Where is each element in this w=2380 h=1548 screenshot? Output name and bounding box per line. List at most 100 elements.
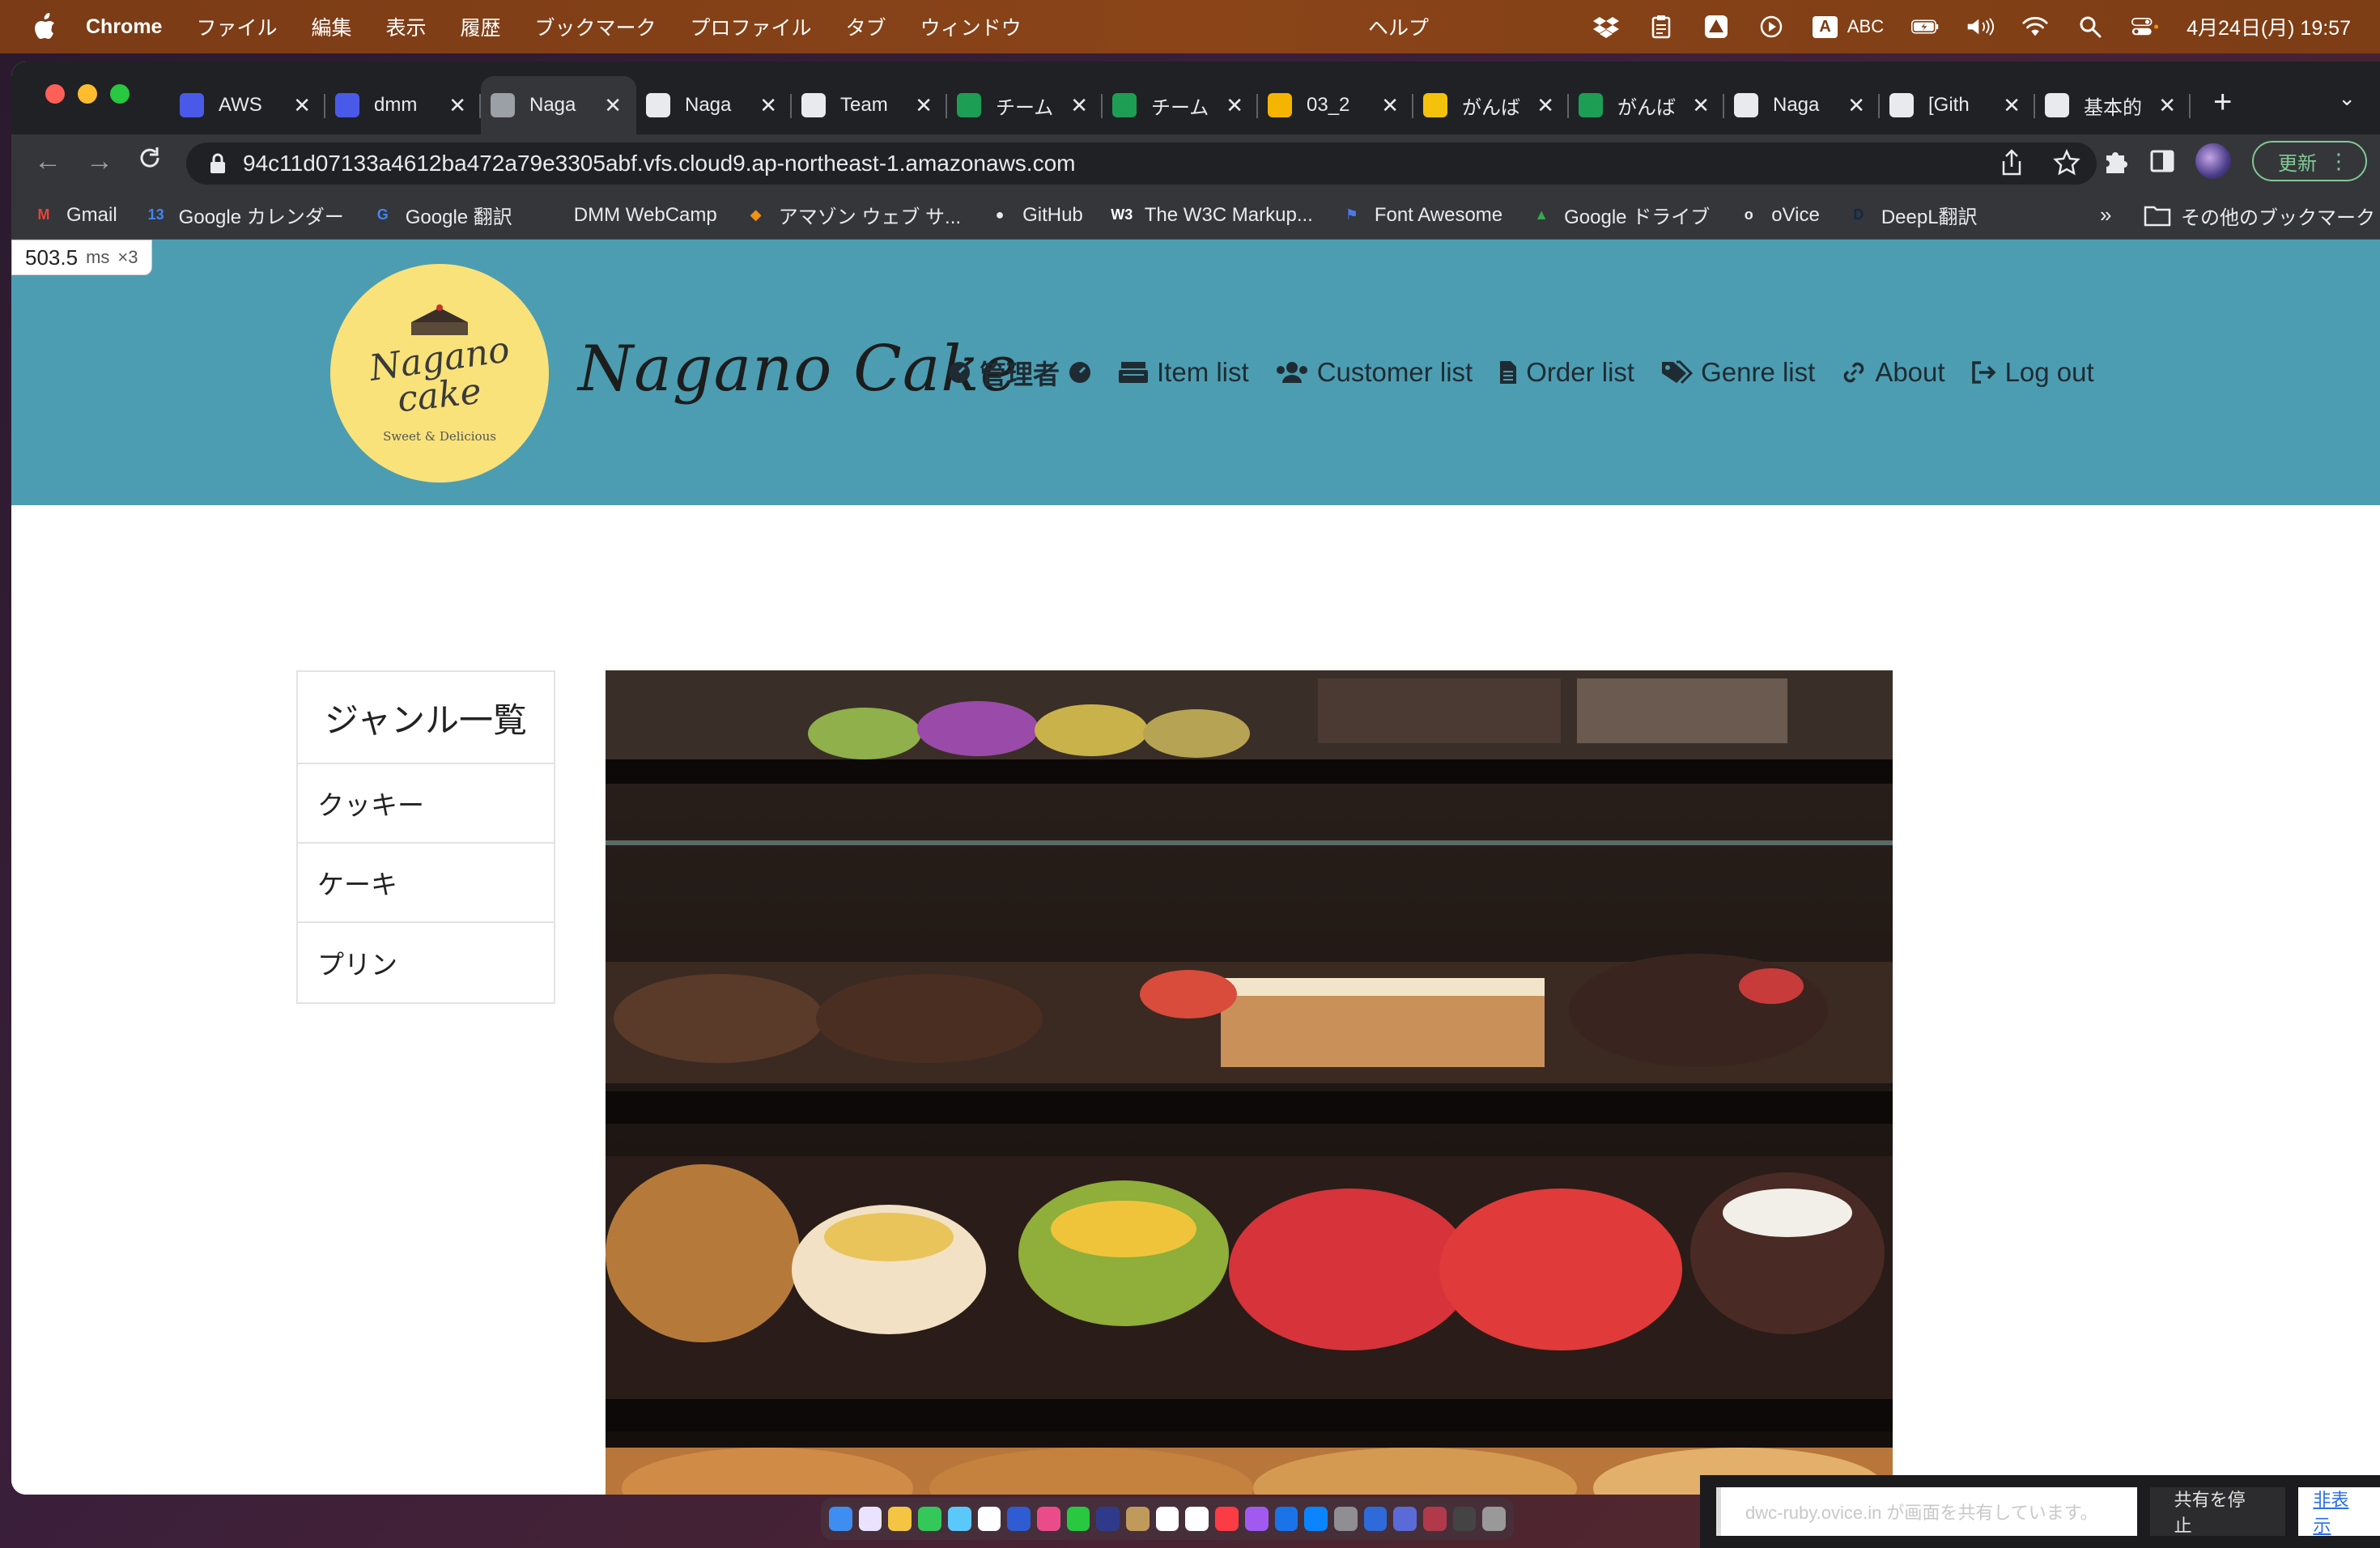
bookmark-item[interactable]: o oVice <box>1737 204 1820 227</box>
clipboard-icon[interactable] <box>1647 15 1675 39</box>
dock-app-icon[interactable] <box>1452 1507 1477 1531</box>
reload-button[interactable] <box>138 146 162 177</box>
dock-app-icon[interactable] <box>1304 1507 1328 1531</box>
play-circle-icon[interactable] <box>1757 15 1785 39</box>
site-logo[interactable]: Nagano cake Sweet & Delicious <box>330 264 549 483</box>
tab-close-icon[interactable]: ✕ <box>293 93 311 118</box>
dock-app-icon[interactable] <box>1393 1507 1417 1531</box>
browser-tab[interactable]: チーム ✕ <box>947 76 1103 134</box>
bookmark-item[interactable]: G Google 翻訳 <box>372 201 512 229</box>
drive-sync-icon[interactable] <box>1702 15 1730 39</box>
dock-app-icon[interactable] <box>1185 1507 1209 1531</box>
dock-app-icon[interactable] <box>977 1507 1001 1531</box>
bookmark-item[interactable]: 13 Google カレンダー <box>145 201 344 229</box>
nav-customer-list[interactable]: Customer list <box>1275 357 1473 388</box>
menu-edit[interactable]: 編集 <box>311 12 351 41</box>
input-method-icon[interactable]: A <box>1813 15 1838 38</box>
dock-app-icon[interactable] <box>1482 1507 1507 1531</box>
menu-profiles[interactable]: プロファイル <box>691 12 812 41</box>
dock-app-icon[interactable] <box>1363 1507 1388 1531</box>
spotlight-search-icon[interactable] <box>2076 15 2104 39</box>
profile-avatar[interactable] <box>2195 143 2231 179</box>
bookmark-item[interactable]: ● GitHub <box>988 204 1083 227</box>
zoom-window-button[interactable] <box>110 84 130 104</box>
dock-app-icon[interactable] <box>947 1507 971 1531</box>
nav-logout[interactable]: Log out <box>1971 357 2094 388</box>
tab-close-icon[interactable]: ✕ <box>1070 93 1088 118</box>
genre-item-cookie[interactable]: クッキー <box>298 764 554 844</box>
browser-tab[interactable]: AWS ✕ <box>170 76 325 134</box>
menu-window[interactable]: ウィンドウ <box>920 12 1022 41</box>
back-button[interactable]: ← <box>34 146 62 177</box>
menu-help[interactable]: ヘルプ <box>1368 0 1429 53</box>
clock[interactable]: 4月24日(月) 19:57 <box>2187 12 2351 41</box>
bookmark-item[interactable]: W3 The W3C Markup... <box>1111 204 1313 227</box>
dock-app-icon[interactable] <box>1215 1507 1239 1531</box>
nav-item-list[interactable]: Item list <box>1118 357 1249 388</box>
browser-tab[interactable]: Naga ✕ <box>636 76 792 134</box>
dock-app-icon[interactable] <box>1126 1507 1150 1531</box>
dock-app-icon[interactable] <box>918 1507 941 1531</box>
dock-app-icon[interactable] <box>829 1507 852 1531</box>
apple-menu-icon[interactable] <box>32 13 57 40</box>
tab-close-icon[interactable]: ✕ <box>1226 93 1243 118</box>
bookmarks-overflow-button[interactable]: » <box>2100 202 2111 228</box>
other-bookmarks-folder[interactable]: その他のブックマーク <box>2144 191 2375 240</box>
battery-icon[interactable] <box>1911 15 1939 39</box>
browser-tab[interactable]: チーム ✕ <box>1103 76 1258 134</box>
update-button[interactable]: 更新 ⋮ <box>2252 141 2367 181</box>
volume-icon[interactable] <box>1966 15 1995 39</box>
browser-tab[interactable]: がんば ✕ <box>1413 76 1569 134</box>
tab-close-icon[interactable]: ✕ <box>1381 93 1399 118</box>
address-bar[interactable]: 94c11d07133a4612ba472a79e3305abf.vfs.clo… <box>186 142 2097 185</box>
input-method-label[interactable]: ABC <box>1847 16 1884 37</box>
menu-history[interactable]: 履歴 <box>461 12 501 41</box>
dock-app-icon[interactable] <box>1066 1507 1090 1531</box>
tab-close-icon[interactable]: ✕ <box>604 93 622 118</box>
bookmark-item[interactable]: M Gmail <box>32 204 117 227</box>
tab-close-icon[interactable]: ✕ <box>915 93 933 118</box>
dock-app-icon[interactable] <box>1333 1507 1358 1531</box>
bookmark-item[interactable]: W DMM WebCamp <box>540 204 716 227</box>
stop-sharing-button[interactable]: 共有を停止 <box>2149 1487 2286 1536</box>
close-window-button[interactable] <box>45 84 65 104</box>
menu-tab[interactable]: タブ <box>846 12 886 41</box>
dock-app-icon[interactable] <box>1155 1507 1179 1531</box>
tab-close-icon[interactable]: ✕ <box>1847 93 1865 118</box>
extensions-icon[interactable] <box>2102 147 2129 175</box>
nav-order-list[interactable]: Order list <box>1498 357 1634 388</box>
browser-tab[interactable]: Naga ✕ <box>481 76 636 134</box>
dock-app-icon[interactable] <box>1423 1507 1447 1531</box>
tab-close-icon[interactable]: ✕ <box>2003 93 2021 118</box>
dock-app-icon[interactable] <box>1274 1507 1298 1531</box>
bookmark-item[interactable]: ◆ アマゾン ウェブ サ... <box>745 201 961 229</box>
browser-tab[interactable]: Naga ✕ <box>1724 76 1880 134</box>
browser-tab[interactable]: Team ✕ <box>792 76 947 134</box>
tab-close-icon[interactable]: ✕ <box>2158 93 2176 118</box>
browser-tab[interactable]: [Gith ✕ <box>1880 76 2035 134</box>
tab-close-icon[interactable]: ✕ <box>1536 93 1554 118</box>
minimize-window-button[interactable] <box>78 84 97 104</box>
side-panel-icon[interactable] <box>2150 149 2174 173</box>
hide-share-bar-button[interactable]: 非表示 <box>2298 1487 2380 1536</box>
dock-app-icon[interactable] <box>888 1507 912 1531</box>
tab-close-icon[interactable]: ✕ <box>1692 93 1710 118</box>
tab-close-icon[interactable]: ✕ <box>759 93 777 118</box>
dock-app-icon[interactable] <box>858 1507 882 1531</box>
nav-genre-list[interactable]: Genre list <box>1660 357 1815 388</box>
wifi-icon[interactable] <box>2021 15 2049 39</box>
bookmark-item[interactable]: D DeepL翻訳 <box>1847 201 1977 229</box>
dock-app-icon[interactable] <box>1007 1507 1031 1531</box>
browser-tab[interactable]: がんば ✕ <box>1569 76 1724 134</box>
bookmark-item[interactable]: ⚑ Font Awesome <box>1341 204 1502 227</box>
menu-file[interactable]: ファイル <box>196 12 277 41</box>
menu-bookmarks[interactable]: ブックマーク <box>535 12 657 41</box>
new-tab-button[interactable]: + <box>2213 84 2232 121</box>
menu-app-chrome[interactable]: Chrome <box>86 15 162 39</box>
nav-about[interactable]: About <box>1841 357 1945 388</box>
dock-app-icon[interactable] <box>1244 1507 1269 1531</box>
browser-tab[interactable]: 基本的 ✕ <box>2035 76 2191 134</box>
tab-close-icon[interactable]: ✕ <box>448 93 466 118</box>
dock-app-icon[interactable] <box>1096 1507 1120 1531</box>
browser-tab[interactable]: 03_2 ✕ <box>1258 76 1413 134</box>
